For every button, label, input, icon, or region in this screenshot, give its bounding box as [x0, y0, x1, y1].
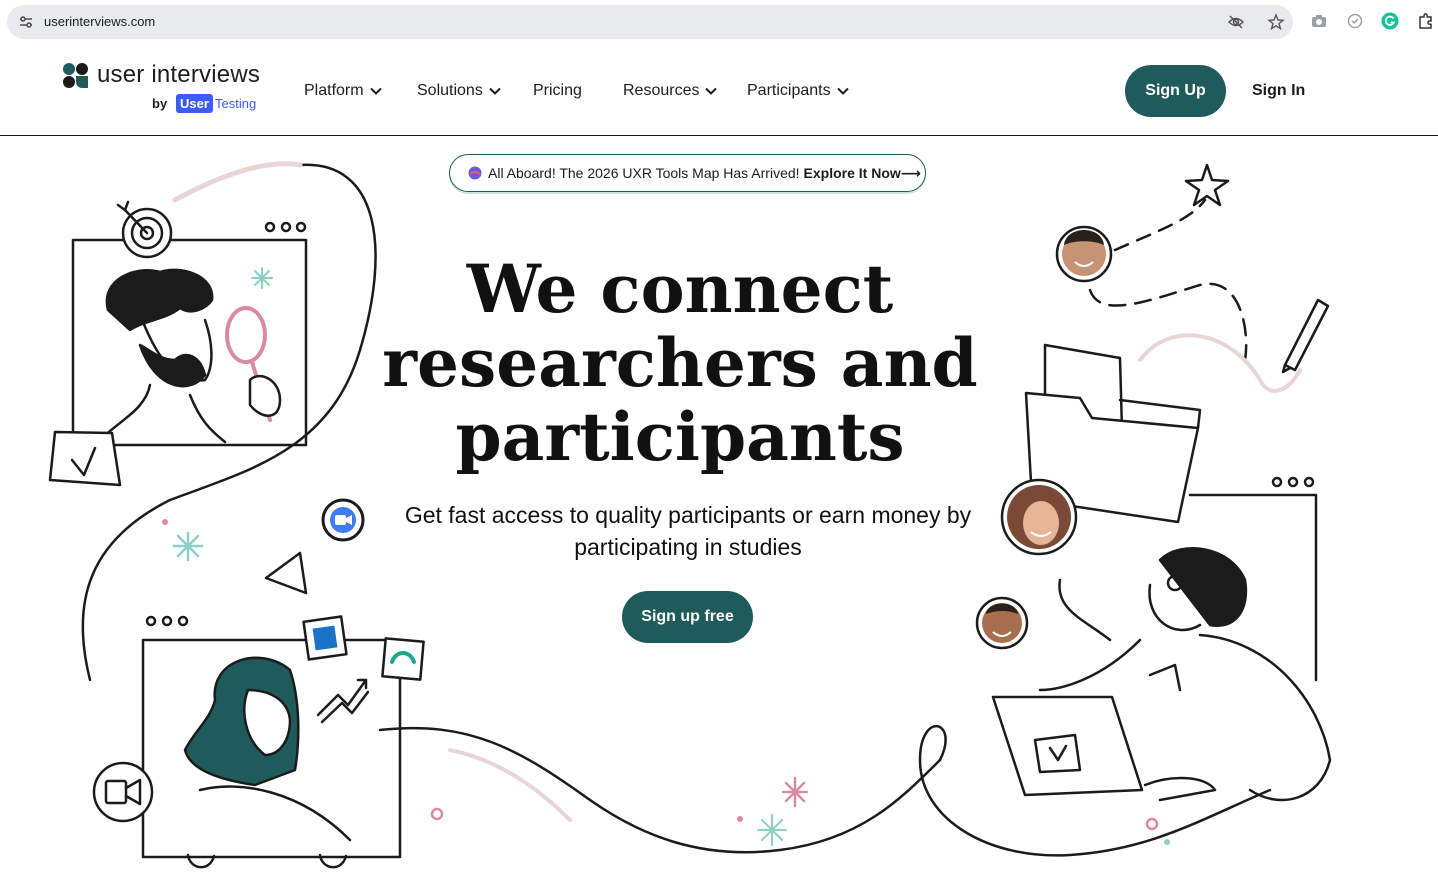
- headline-line-3: participants: [455, 398, 905, 476]
- announcement-banner[interactable]: All Aboard! The 2026 UXR Tools Map Has A…: [449, 154, 926, 192]
- logo-icon[interactable]: [62, 62, 90, 90]
- grammarly-icon[interactable]: [1381, 12, 1399, 30]
- nav-participants-label: Participants: [747, 82, 831, 99]
- browser-toolbar: userinterviews.com: [0, 0, 1438, 44]
- sign-in-link[interactable]: Sign In: [1252, 82, 1305, 100]
- usertesting-text: Testing: [215, 96, 257, 111]
- logo-by-text: by: [152, 96, 168, 111]
- headline-line-2: researchers and: [382, 324, 978, 402]
- banner-text: All Aboard! The 2026 UXR Tools Map Has A…: [488, 165, 800, 181]
- researcher-face: [133, 298, 213, 382]
- nav-solutions-label: Solutions: [417, 82, 483, 99]
- logo-wordmark[interactable]: user interviews: [97, 61, 260, 89]
- avatar-middle-right: [1000, 478, 1078, 556]
- check-circle-icon[interactable]: [1346, 12, 1364, 30]
- usertesting-badge: User: [176, 94, 213, 113]
- avatar-top-right: [1055, 225, 1113, 283]
- url-text[interactable]: userinterviews.com: [44, 14, 155, 29]
- nav-pricing-label: Pricing: [533, 82, 582, 99]
- eye-off-icon[interactable]: [1227, 13, 1245, 31]
- tune-icon[interactable]: [18, 14, 34, 30]
- banner-link[interactable]: Explore It Now⟶: [804, 165, 921, 182]
- chevron-down-icon: [705, 87, 718, 95]
- site-header: user interviews by User Testing Platform…: [0, 45, 1438, 136]
- camera-icon[interactable]: [1310, 12, 1328, 30]
- flow-line-left: [81, 163, 377, 682]
- nav-platform[interactable]: Platform: [304, 82, 382, 100]
- page-title: We connect researchers and participants: [380, 252, 980, 474]
- address-bar[interactable]: userinterviews.com: [7, 5, 1293, 39]
- sign-up-button[interactable]: Sign Up: [1125, 65, 1226, 117]
- nav-participants[interactable]: Participants: [747, 82, 849, 100]
- flow-line-bottom: [378, 726, 942, 854]
- frame-participant: [141, 638, 402, 859]
- hero-subheading: Get fast access to quality participants …: [404, 502, 972, 560]
- globe-icon: [468, 166, 482, 180]
- nav-platform-label: Platform: [304, 82, 364, 99]
- chevron-down-icon: [489, 87, 501, 95]
- puzzle-icon[interactable]: [1417, 12, 1435, 30]
- nav-resources[interactable]: Resources: [623, 82, 718, 100]
- nav-pricing[interactable]: Pricing: [533, 82, 582, 100]
- sign-up-free-button[interactable]: Sign up free: [622, 591, 753, 643]
- chevron-down-icon: [836, 87, 849, 95]
- avatar-lower-right: [975, 596, 1029, 650]
- chevron-down-icon: [369, 87, 382, 95]
- frame-researcher: [71, 238, 308, 447]
- star-icon[interactable]: [1267, 13, 1285, 31]
- nav-solutions[interactable]: Solutions: [417, 82, 501, 100]
- nav-resources-label: Resources: [623, 82, 700, 99]
- headline-line-1: We connect: [466, 250, 894, 328]
